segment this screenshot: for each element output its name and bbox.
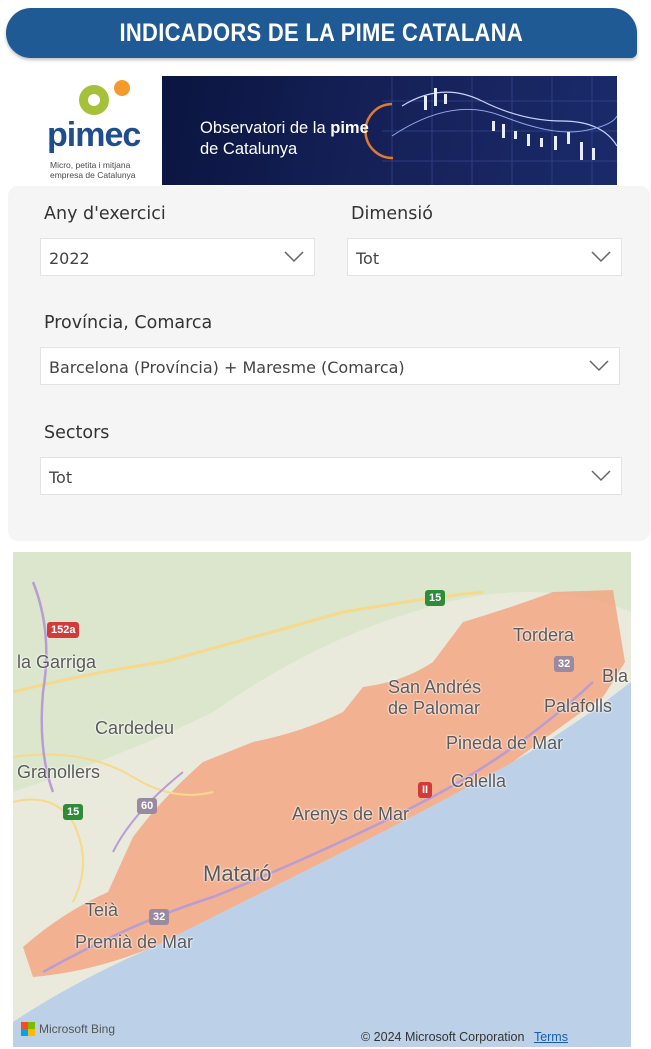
logo-tagline: Micro, petita i mitjana empresa de Catal…	[50, 160, 136, 180]
sectors-dropdown[interactable]: Tot	[40, 457, 622, 495]
map-label-de-palomar: de Palomar	[388, 698, 481, 718]
filter-panel: Any d'exercici 2022 Dimensió Tot Provínc…	[8, 186, 650, 541]
terms-link[interactable]: Terms	[534, 1030, 568, 1044]
map-label-tordera: Tordera	[513, 625, 575, 645]
map-label-mataro: Mataró	[203, 861, 272, 886]
chevron-down-icon	[591, 251, 611, 263]
road-shield-15: 15	[425, 590, 446, 606]
bing-provider: Microsoft Bing	[39, 1022, 116, 1036]
map-label-teia: Teià	[85, 900, 119, 920]
banner-line1-prefix: Observatori de la	[200, 119, 326, 137]
map-label-calella: Calella	[451, 771, 507, 791]
map-label-palafolls: Palafolls	[544, 696, 613, 716]
road-shield-60: 60	[137, 798, 158, 814]
sectors-label: Sectors	[44, 423, 110, 443]
page-title-bar: INDICADORS DE LA PIME CATALANA	[6, 8, 637, 58]
map-label-pineda: Pineda de Mar	[446, 733, 564, 753]
road-shield-32: 32	[554, 656, 575, 672]
map-label-arenys: Arenys de Mar	[292, 804, 410, 824]
road-shield-n2: II	[418, 782, 433, 798]
dimension-dropdown[interactable]: Tot	[347, 238, 622, 276]
microsoft-logo-icon	[21, 1022, 35, 1036]
dimension-value: Tot	[356, 249, 380, 268]
observatori-banner: Observatori de la pime de Catalunya	[162, 76, 617, 185]
map-copyright: © 2024 Microsoft Corporation Terms	[361, 1030, 568, 1044]
banner-line2: de Catalunya	[200, 140, 298, 158]
map-label-cardedeu: Cardedeu	[95, 718, 175, 738]
road-shield-152a: 152a	[47, 622, 80, 638]
road-shield-32b: 32	[149, 909, 170, 925]
map-label-premia: Premià de Mar	[75, 932, 194, 952]
dimension-label: Dimensió	[351, 204, 433, 224]
banner-line1-highlight: pime	[330, 119, 369, 137]
region-label: Província, Comarca	[44, 313, 213, 333]
map-label-bla: Bla	[602, 666, 629, 686]
chevron-down-icon	[589, 360, 609, 372]
map-label-la-garriga: la Garriga	[17, 652, 97, 672]
chevron-down-icon	[591, 470, 611, 482]
road-shield-15b: 15	[63, 804, 84, 820]
year-label: Any d'exercici	[44, 204, 166, 224]
logo-name: pimec	[47, 116, 141, 154]
pimec-logo: pimec Micro, petita i mitjana empresa de…	[42, 78, 158, 186]
region-dropdown[interactable]: Barcelona (Província) + Maresme (Comarca…	[40, 347, 620, 385]
year-dropdown[interactable]: 2022	[40, 238, 315, 276]
chevron-down-icon	[284, 251, 304, 263]
page-title: INDICADORS DE LA PIME CATALANA	[119, 18, 524, 47]
year-value: 2022	[49, 249, 90, 268]
map-label-san-andres: San Andrés	[388, 677, 482, 697]
sectors-value: Tot	[49, 468, 73, 487]
bing-attribution: Microsoft Bing	[21, 1022, 115, 1036]
map-label-granollers: Granollers	[17, 762, 101, 782]
region-map[interactable]: la Garriga Cardedeu Granollers Tordera B…	[13, 552, 631, 1047]
banner-text: Observatori de la pime de Catalunya	[200, 118, 369, 160]
pimec-logo-mark	[79, 80, 130, 115]
copyright-text: © 2024 Microsoft Corporation	[361, 1030, 525, 1044]
region-value: Barcelona (Província) + Maresme (Comarca…	[49, 358, 405, 377]
